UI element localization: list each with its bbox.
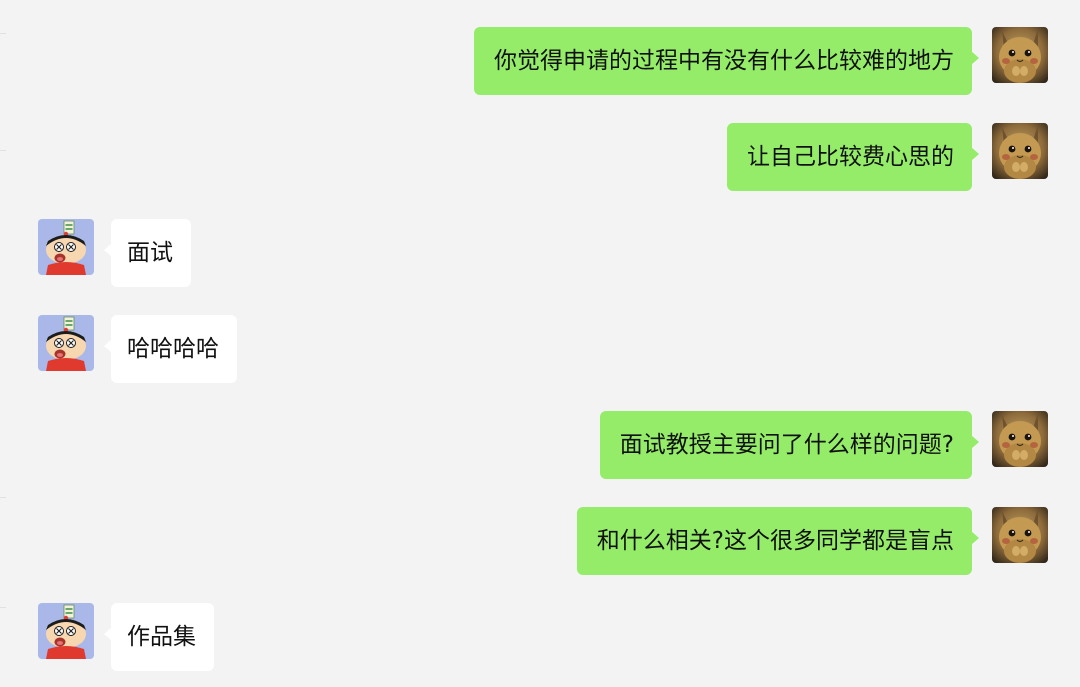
message-row-incoming: 作品集 [0, 603, 1080, 671]
cartoon-boy-avatar[interactable] [38, 315, 94, 371]
message-row-outgoing: 你觉得申请的过程中有没有什么比较难的地方 [0, 27, 1080, 95]
cartoon-boy-avatar[interactable] [38, 219, 94, 275]
pikachu-avatar[interactable] [992, 411, 1048, 467]
message-row-incoming: 面试 [0, 219, 1080, 287]
divider [0, 497, 6, 498]
message-bubble-outgoing[interactable]: 让自己比较费心思的 [727, 123, 979, 191]
message-bubble-incoming[interactable]: 哈哈哈哈 [104, 315, 237, 383]
pikachu-avatar[interactable] [992, 27, 1048, 83]
message-bubble-incoming[interactable]: 作品集 [104, 603, 214, 671]
pikachu-avatar[interactable] [992, 507, 1048, 563]
message-bubble-incoming[interactable]: 面试 [104, 219, 191, 287]
message-row-outgoing: 和什么相关?这个很多同学都是盲点 [0, 507, 1080, 575]
pikachu-avatar[interactable] [992, 123, 1048, 179]
message-row-outgoing: 面试教授主要问了什么样的问题? [0, 411, 1080, 479]
message-row-outgoing: 让自己比较费心思的 [0, 123, 1080, 191]
cartoon-boy-avatar[interactable] [38, 603, 94, 659]
message-bubble-outgoing[interactable]: 和什么相关?这个很多同学都是盲点 [576, 507, 980, 575]
message-bubble-outgoing[interactable]: 面试教授主要问了什么样的问题? [599, 411, 980, 479]
message-bubble-outgoing[interactable]: 你觉得申请的过程中有没有什么比较难的地方 [474, 27, 979, 95]
message-row-incoming: 哈哈哈哈 [0, 315, 1080, 383]
chat-window[interactable]: 你觉得申请的过程中有没有什么比较难的地方 让自己比较费心思的 面试 哈哈哈哈 面… [0, 0, 1080, 687]
